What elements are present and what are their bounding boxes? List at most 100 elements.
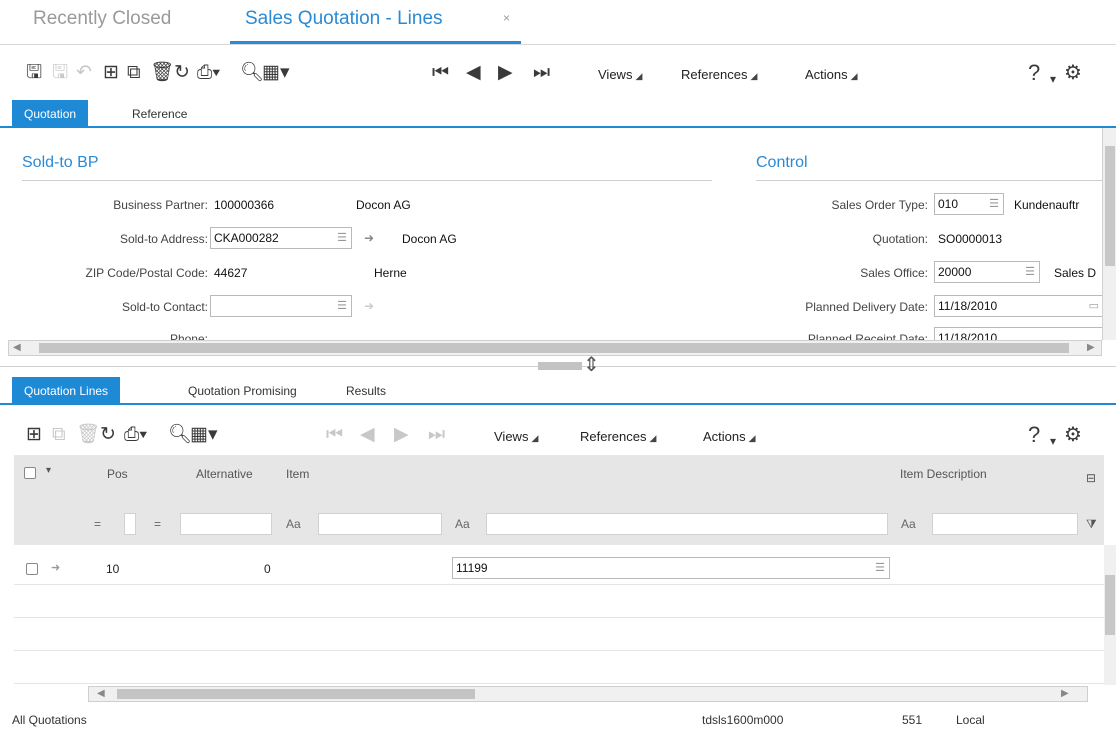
previous-record-icon[interactable]: ◀ <box>466 62 481 84</box>
filter-item-description[interactable] <box>932 513 1078 535</box>
zoom-icon[interactable]: ☰ <box>875 558 885 578</box>
tab-quotation-lines[interactable]: Quotation Lines <box>12 377 121 405</box>
references-menu[interactable]: References ◢ <box>681 67 757 82</box>
views-menu[interactable]: Views ◢ <box>598 67 642 82</box>
tab-quotation-promising[interactable]: Quotation Promising <box>176 377 309 405</box>
column-settings-icon[interactable]: ⊟ <box>1086 471 1096 485</box>
delete-icon[interactable]: 🗑 <box>150 62 174 84</box>
header-vertical-scrollbar[interactable] <box>1102 128 1116 340</box>
undo-icon: ↶ <box>76 62 92 83</box>
views-menu[interactable]: Views ◢ <box>494 429 538 444</box>
sales-order-type-field[interactable]: 010 ☰ <box>934 193 1004 215</box>
zoom-icon[interactable]: ☰ <box>989 194 999 214</box>
actions-label: Actions <box>805 67 848 82</box>
scroll-left-icon[interactable]: ◀ <box>13 342 21 353</box>
planned-receipt-value: 11/18/2010 <box>938 331 998 340</box>
navigate-icon[interactable]: ➜ <box>364 231 374 245</box>
scrollbar-thumb[interactable] <box>39 343 1069 353</box>
zoom-icon[interactable]: ☰ <box>337 228 347 248</box>
print-icon[interactable]: ⎙▾ <box>197 62 220 84</box>
first-record-icon[interactable]: ⏮ <box>432 62 449 84</box>
print-icon[interactable]: ⎙▾ <box>124 424 147 446</box>
zoom-icon[interactable]: ☰ <box>337 296 347 316</box>
scrollbar-thumb[interactable] <box>1105 146 1115 266</box>
cell-item-input[interactable]: 11199 ☰ <box>452 557 890 579</box>
row-checkbox[interactable] <box>26 563 38 575</box>
find-icon[interactable]: 🔍︎ <box>168 424 192 446</box>
sold-to-address-field[interactable]: CKA000282 ☰ <box>210 227 352 249</box>
sales-office-field[interactable]: 20000 ☰ <box>934 261 1040 283</box>
tab-recently-closed[interactable]: Recently Closed <box>33 8 171 30</box>
filter-operator[interactable]: Aa <box>286 517 301 531</box>
help-dropdown-icon[interactable]: ▾ <box>1050 430 1056 452</box>
table-row[interactable]: ➜ 10 0 11199 ☰ <box>14 552 1104 585</box>
references-menu[interactable]: References ◢ <box>580 429 656 444</box>
find-icon[interactable]: 🔍︎ <box>240 62 264 84</box>
scroll-right-icon[interactable]: ▶ <box>1087 342 1095 353</box>
refresh-icon[interactable]: ↻ <box>174 62 190 84</box>
select-dropdown-icon[interactable]: ▾ <box>46 465 51 476</box>
column-header-item-description[interactable]: Item Description <box>900 467 987 481</box>
actions-menu[interactable]: Actions ◢ <box>703 429 756 444</box>
settings-icon[interactable]: ⚙ <box>1064 424 1082 446</box>
business-partner-value: 100000366 <box>214 198 275 212</box>
tab-results[interactable]: Results <box>334 377 398 405</box>
filter-icon[interactable]: ▦▾ <box>190 424 218 446</box>
filter-pos[interactable] <box>124 513 136 535</box>
filter-item[interactable] <box>486 513 888 535</box>
help-icon[interactable]: ? <box>1028 424 1040 446</box>
views-label: Views <box>598 67 633 82</box>
filter-operator[interactable]: Aa <box>455 517 470 531</box>
save-icon[interactable]: 🖫 <box>26 62 42 84</box>
zip-label: ZIP Code/Postal Code: <box>85 266 208 280</box>
help-dropdown-icon[interactable]: ▾ <box>1050 68 1056 90</box>
planned-receipt-field[interactable]: 11/18/2010 <box>934 327 1102 340</box>
duplicate-icon[interactable]: ⧉ <box>127 62 141 84</box>
resize-vertical-icon[interactable]: ⇕ <box>583 352 600 377</box>
select-all-checkbox[interactable] <box>24 467 36 479</box>
actions-menu[interactable]: Actions ◢ <box>805 67 858 82</box>
divider <box>0 44 1116 45</box>
column-header-alternative[interactable]: Alternative <box>196 467 253 481</box>
filter-funnel-icon[interactable]: ⧩ <box>1086 517 1097 532</box>
next-record-icon[interactable]: ▶ <box>498 62 513 84</box>
scroll-right-icon[interactable]: ▶ <box>1061 688 1069 699</box>
column-header-pos[interactable]: Pos <box>107 467 128 481</box>
refresh-icon[interactable]: ↻ <box>100 424 116 446</box>
new-icon[interactable]: ⊞ <box>26 424 42 446</box>
table-row[interactable] <box>14 585 1104 618</box>
filter-operator[interactable]: = <box>154 517 161 531</box>
tab-reference[interactable]: Reference <box>120 100 199 128</box>
sales-order-type-value: 010 <box>938 197 959 211</box>
tab-quotation[interactable]: Quotation <box>12 100 89 128</box>
filter-alternative[interactable] <box>180 513 272 535</box>
new-icon[interactable]: ⊞ <box>103 62 119 84</box>
settings-icon[interactable]: ⚙ <box>1064 62 1082 84</box>
row-navigate-icon[interactable]: ➜ <box>51 561 60 574</box>
header-horizontal-scrollbar[interactable]: ◀ ▶ <box>8 340 1102 356</box>
filter-icon[interactable]: ▦▾ <box>262 62 290 84</box>
help-icon[interactable]: ? <box>1028 62 1040 84</box>
calendar-icon[interactable]: ▭ <box>1089 296 1099 316</box>
grid-horizontal-scrollbar[interactable]: ◀ ▶ <box>88 686 1088 702</box>
splitter-handle[interactable] <box>538 362 582 370</box>
filter-operator[interactable]: = <box>94 517 101 531</box>
sold-to-contact-field[interactable]: ☰ <box>210 295 352 317</box>
column-header-item[interactable]: Item <box>286 467 309 481</box>
table-row[interactable] <box>14 651 1104 684</box>
filter-item-segment[interactable] <box>318 513 442 535</box>
last-record-icon[interactable]: ⏭ <box>533 62 550 84</box>
planned-delivery-field[interactable]: 11/18/2010 ▭ <box>934 295 1102 317</box>
close-tab-icon[interactable]: × <box>503 11 510 25</box>
section-title-control: Control <box>756 154 808 171</box>
scrollbar-thumb[interactable] <box>1105 575 1115 635</box>
zoom-icon[interactable]: ☰ <box>1025 262 1035 282</box>
pane-splitter[interactable]: ⇕ <box>0 354 1116 376</box>
tab-sales-quotation-lines[interactable]: Sales Quotation - Lines <box>245 8 443 30</box>
filter-operator[interactable]: Aa <box>901 517 916 531</box>
scrollbar-thumb[interactable] <box>117 689 475 699</box>
scroll-left-icon[interactable]: ◀ <box>97 688 105 699</box>
grid-vertical-scrollbar[interactable] <box>1104 545 1116 685</box>
table-row[interactable] <box>14 618 1104 651</box>
previous-record-icon: ◀ <box>360 424 375 445</box>
